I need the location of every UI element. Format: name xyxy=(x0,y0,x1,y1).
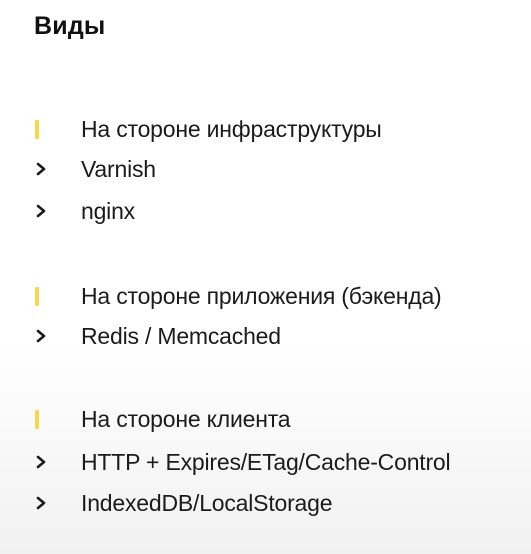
list-item-label: nginx xyxy=(81,198,135,224)
list-item: Varnish xyxy=(0,154,531,190)
list-item: HTTP + Expires/ETag/Cache-Control xyxy=(0,447,531,483)
yellow-bar-icon xyxy=(35,410,39,429)
section-heading-row: На стороне инфраструктуры xyxy=(0,114,531,150)
list-item-label: IndexedDB/LocalStorage xyxy=(81,490,333,516)
section-heading: На стороне приложения (бэкенда) xyxy=(81,283,442,309)
section-heading-row: На стороне приложения (бэкенда) xyxy=(0,281,531,317)
list-item: IndexedDB/LocalStorage xyxy=(0,488,531,524)
list-item-label: Redis / Memcached xyxy=(81,323,281,349)
section-heading: На стороне клиента xyxy=(81,406,291,432)
yellow-bar-icon xyxy=(35,287,39,306)
list-item: nginx xyxy=(0,196,531,232)
chevron-right-icon xyxy=(36,496,46,510)
yellow-bar-icon xyxy=(35,120,39,139)
chevron-right-icon xyxy=(36,455,46,469)
chevron-right-icon xyxy=(36,329,46,343)
list-item-label: Varnish xyxy=(81,156,156,182)
slide: Виды На стороне инфраструктуры Varnish n… xyxy=(0,0,531,554)
section-heading: На стороне инфраструктуры xyxy=(81,116,382,142)
section-heading-row: На стороне клиента xyxy=(0,404,531,440)
chevron-right-icon xyxy=(36,162,46,176)
chevron-right-icon xyxy=(36,204,46,218)
slide-title: Виды xyxy=(34,12,106,40)
list-item-label: HTTP + Expires/ETag/Cache-Control xyxy=(81,449,451,475)
list-item: Redis / Memcached xyxy=(0,321,531,357)
